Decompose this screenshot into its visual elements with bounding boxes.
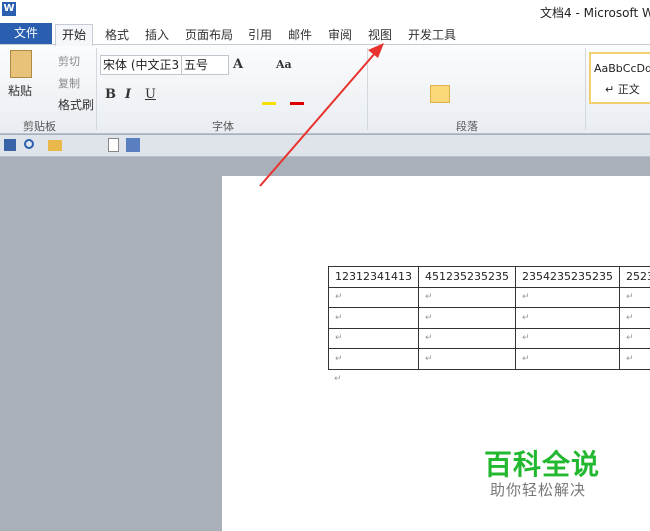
red-arrow-annotation bbox=[259, 43, 384, 187]
